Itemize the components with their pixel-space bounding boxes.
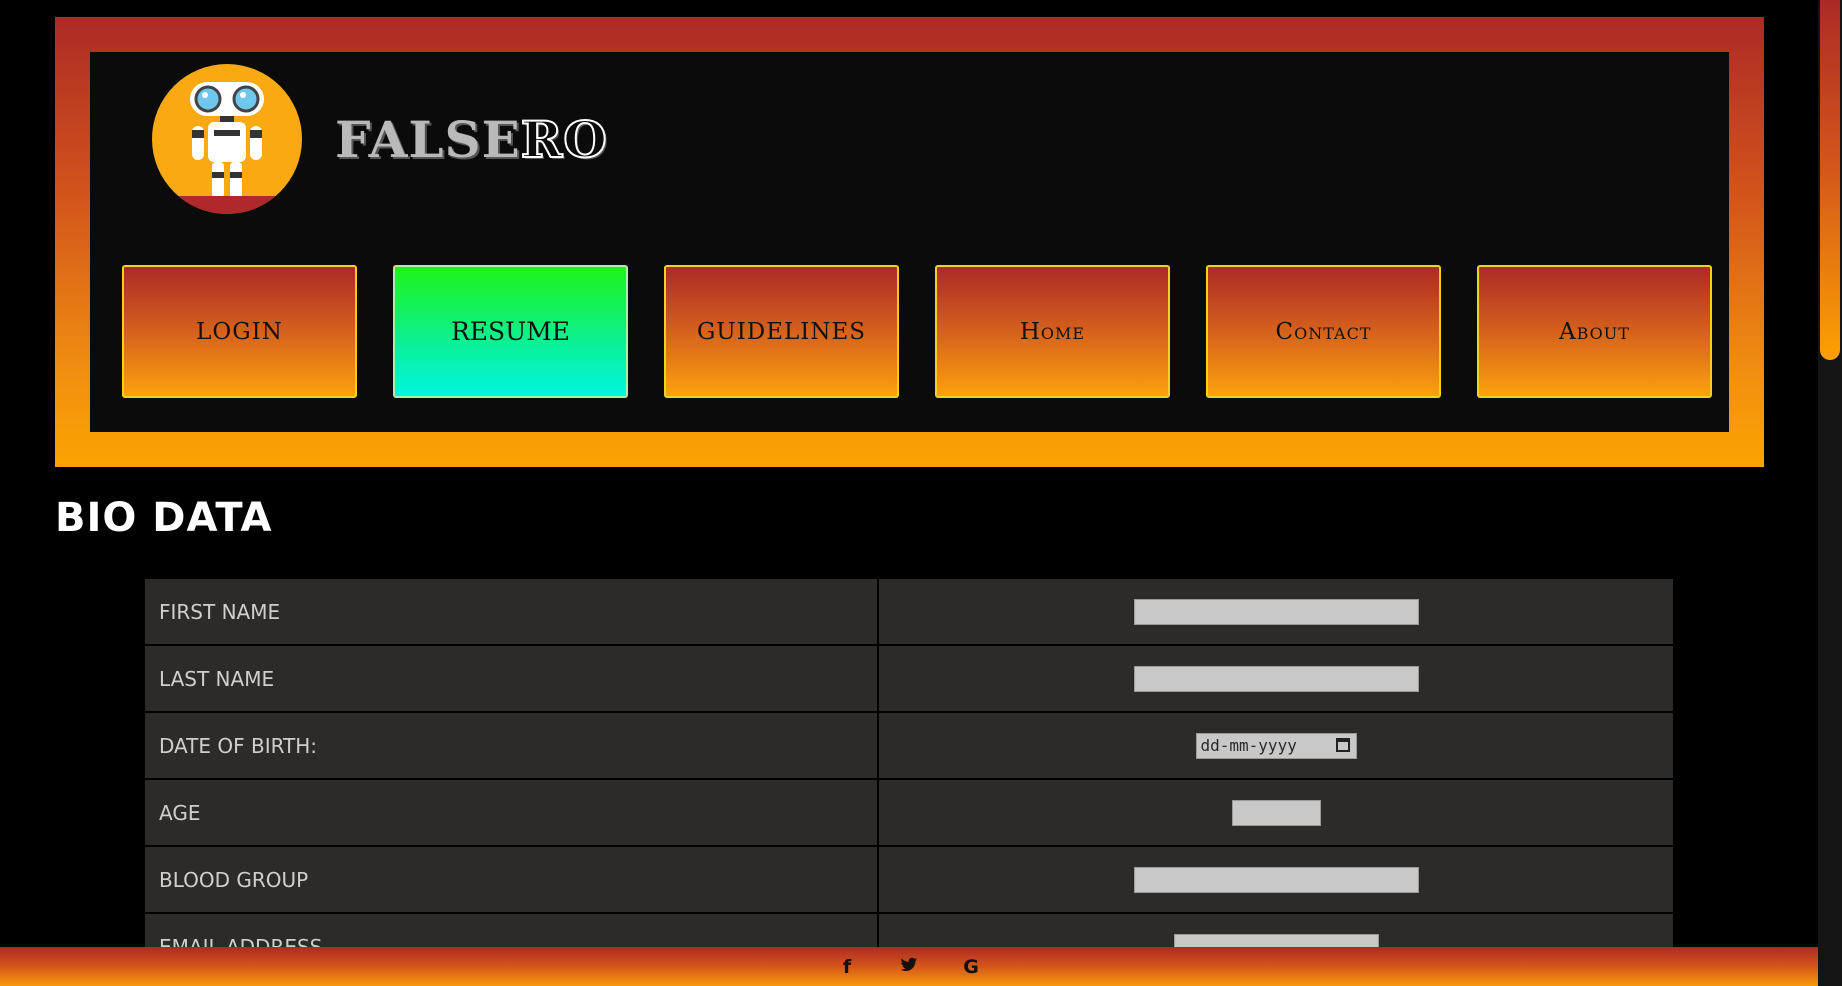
date-of-birth-cell: dd-mm-yyyy bbox=[877, 711, 1675, 780]
nav-about-label: About bbox=[1559, 318, 1630, 345]
nav-resume-button[interactable]: RESUME bbox=[393, 265, 628, 398]
logo-base bbox=[152, 196, 302, 214]
main-nav: LOGIN RESUME GUIDELINES Home Contact Abo… bbox=[122, 265, 1714, 398]
last-name-label: LAST NAME bbox=[143, 644, 879, 713]
site-footer: f G bbox=[0, 947, 1818, 986]
table-row: DATE OF BIRTH: dd-mm-yyyy bbox=[143, 711, 1675, 780]
blood-group-input[interactable] bbox=[1133, 866, 1419, 893]
age-cell bbox=[877, 778, 1675, 847]
blood-group-label: BLOOD GROUP bbox=[143, 845, 879, 914]
nav-about-button[interactable]: About bbox=[1477, 265, 1712, 398]
twitter-bird-graphic bbox=[900, 957, 918, 971]
scrollbar-thumb[interactable] bbox=[1820, 0, 1840, 360]
first-name-label: FIRST NAME bbox=[143, 577, 879, 646]
nav-contact-label: Contact bbox=[1275, 318, 1372, 345]
nav-resume-label: RESUME bbox=[450, 317, 571, 346]
twitter-icon[interactable] bbox=[897, 956, 921, 978]
brand-name[interactable]: FALSERO bbox=[335, 109, 608, 170]
header-inner: FALSERO LOGIN RESUME GUIDELINES Home Con… bbox=[90, 52, 1729, 432]
date-placeholder: dd-mm-yyyy bbox=[1200, 735, 1297, 755]
first-name-cell bbox=[877, 577, 1675, 646]
age-input[interactable] bbox=[1231, 799, 1321, 826]
table-row: BLOOD GROUP bbox=[143, 845, 1675, 914]
page-scrollbar[interactable] bbox=[1818, 0, 1842, 986]
nav-guidelines-button[interactable]: GUIDELINES bbox=[664, 265, 899, 398]
age-label: AGE bbox=[143, 778, 879, 847]
date-of-birth-input[interactable]: dd-mm-yyyy bbox=[1195, 732, 1357, 759]
bio-data-table: FIRST NAME LAST NAME DATE OF BIRTH: dd-m… bbox=[143, 577, 1675, 981]
page-title: BIO DATA bbox=[55, 495, 273, 541]
facebook-icon[interactable]: f bbox=[835, 956, 859, 978]
brand-name-part2: RO bbox=[520, 109, 608, 170]
nav-contact-button[interactable]: Contact bbox=[1206, 265, 1441, 398]
brand-name-part1: FALSE bbox=[335, 110, 521, 169]
social-links: f G bbox=[0, 947, 1818, 986]
google-icon[interactable]: G bbox=[959, 956, 983, 978]
site-header: FALSERO LOGIN RESUME GUIDELINES Home Con… bbox=[55, 17, 1764, 467]
table-row: FIRST NAME bbox=[143, 577, 1675, 646]
calendar-icon[interactable] bbox=[1335, 737, 1350, 752]
page: FALSERO LOGIN RESUME GUIDELINES Home Con… bbox=[0, 0, 1842, 986]
table-row: LAST NAME bbox=[143, 644, 1675, 713]
date-of-birth-label: DATE OF BIRTH: bbox=[143, 711, 879, 780]
first-name-input[interactable] bbox=[1133, 598, 1419, 625]
robot-logo-graphic bbox=[190, 82, 264, 198]
last-name-cell bbox=[877, 644, 1675, 713]
nav-login-button[interactable]: LOGIN bbox=[122, 265, 357, 398]
nav-home-label: Home bbox=[1019, 318, 1086, 345]
nav-guidelines-label: GUIDELINES bbox=[696, 318, 867, 345]
blood-group-cell bbox=[877, 845, 1675, 914]
nav-login-label: LOGIN bbox=[196, 318, 283, 345]
last-name-input[interactable] bbox=[1133, 665, 1419, 692]
nav-home-button[interactable]: Home bbox=[935, 265, 1170, 398]
table-row: AGE bbox=[143, 778, 1675, 847]
robot-icon[interactable] bbox=[152, 64, 302, 214]
